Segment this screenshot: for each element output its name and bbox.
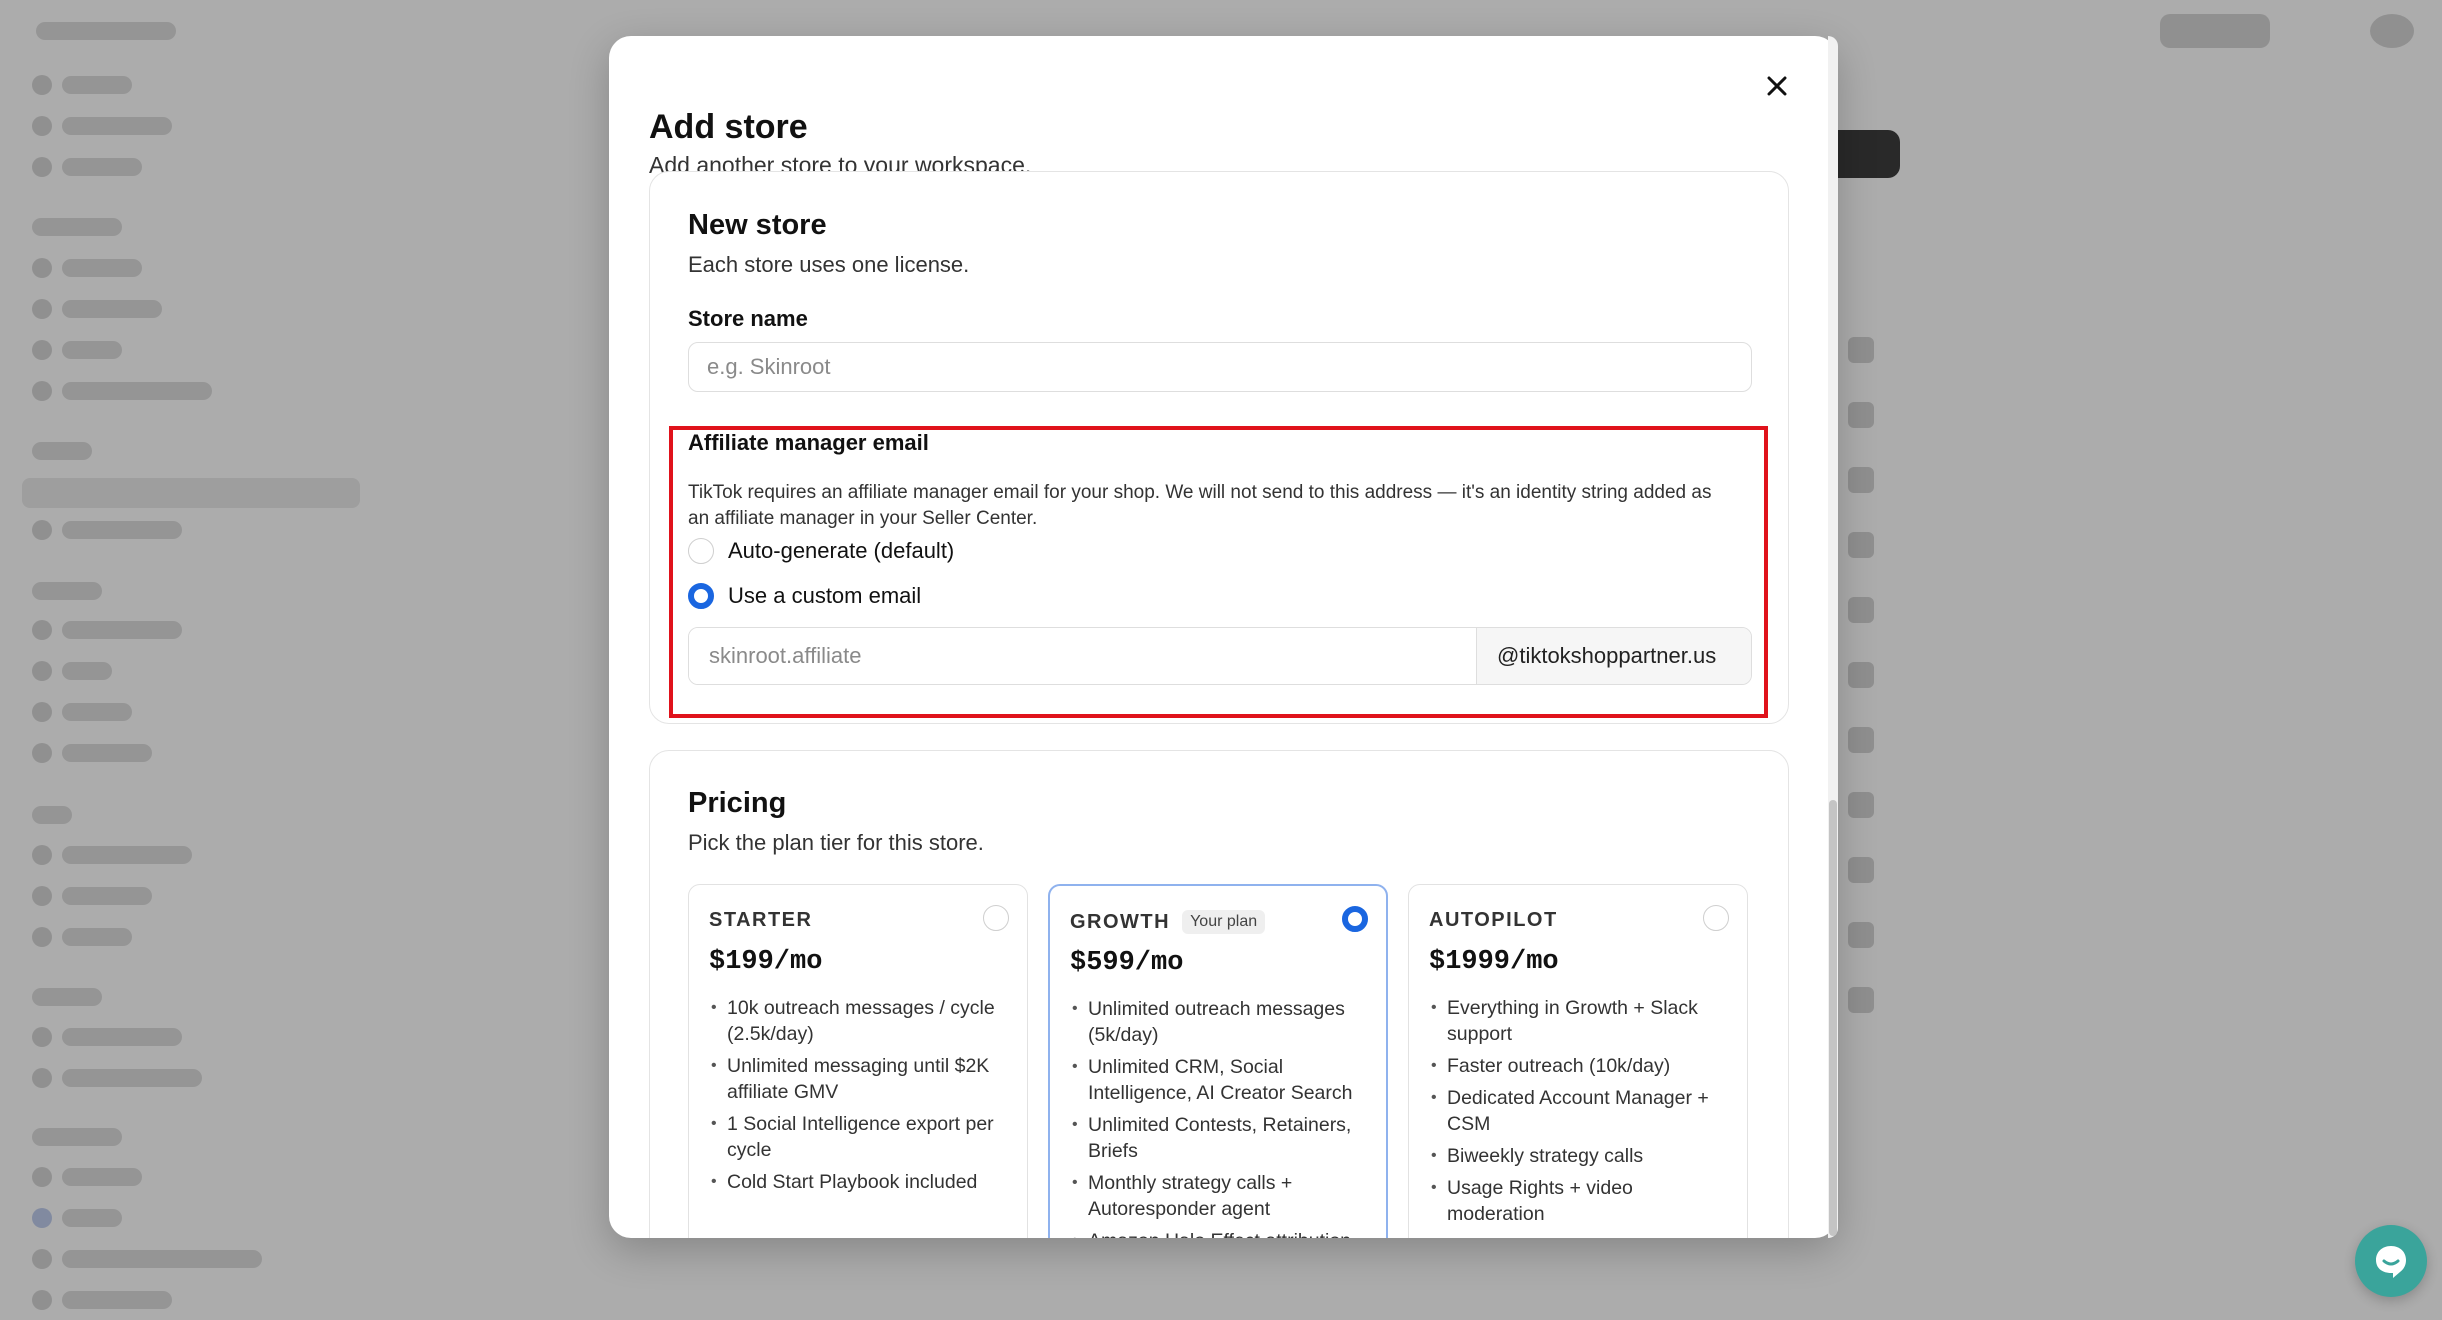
tier-autopilot[interactable]: AUTOPILOT $1999/mo Everything in Growth …: [1408, 884, 1748, 1238]
radio-custom-email[interactable]: Use a custom email: [688, 583, 921, 609]
feature-item: Amazon Halo Effect attribution: [1070, 1228, 1370, 1238]
tier-features: Unlimited outreach messages (5k/day) Unl…: [1070, 996, 1370, 1238]
feature-item: Monthly strategy calls + Autoresponder a…: [1070, 1170, 1370, 1222]
add-store-modal: Add store Add another store to your work…: [609, 36, 1837, 1238]
tier-growth[interactable]: GROWTH Your plan $599/mo Unlimited outre…: [1048, 884, 1388, 1238]
tier-price: $1999/mo: [1429, 947, 1559, 977]
store-name-label: Store name: [688, 306, 808, 331]
tier-starter[interactable]: STARTER $199/mo 10k outreach messages / …: [688, 884, 1028, 1238]
chat-icon: [2376, 1246, 2406, 1278]
new-store-card: New store Each store uses one license. S…: [649, 171, 1789, 724]
radio-button-checked[interactable]: [688, 583, 714, 609]
new-store-title: New store: [688, 209, 827, 241]
tier-name: GROWTH Your plan: [1070, 910, 1266, 934]
feature-item: Unlimited outreach messages (5k/day): [1070, 996, 1370, 1048]
email-domain-suffix: @tiktokshoppartner.us: [1476, 628, 1751, 684]
radio-button[interactable]: [688, 538, 714, 564]
radio-label: Auto-generate (default): [728, 538, 955, 563]
tier-radio[interactable]: [983, 905, 1009, 931]
tier-name-text: STARTER: [709, 909, 813, 931]
feature-item: Unlimited CRM, Social Intelligence, AI C…: [1070, 1054, 1370, 1106]
pricing-card: Pricing Pick the plan tier for this stor…: [649, 750, 1789, 1238]
feature-item: Unlimited messaging until $2K affiliate …: [709, 1053, 1009, 1105]
tier-name: AUTOPILOT: [1429, 909, 1558, 932]
store-name-input[interactable]: [688, 342, 1752, 392]
close-button[interactable]: [1757, 66, 1797, 106]
affiliate-help-text: TikTok requires an affiliate manager ema…: [688, 482, 1712, 529]
modal-scrollbar-thumb[interactable]: [1829, 800, 1837, 1236]
feature-item: Everything in Growth + Slack support: [1429, 995, 1729, 1047]
feature-item: Biweekly strategy calls: [1429, 1143, 1729, 1169]
feature-item: 10k outreach messages / cycle (2.5k/day): [709, 995, 1009, 1047]
feature-item: Usage Rights + video moderation: [1429, 1175, 1729, 1227]
tier-price: $599/mo: [1070, 948, 1184, 978]
modal-title: Add store: [649, 108, 808, 146]
tier-name-text: AUTOPILOT: [1429, 909, 1558, 931]
new-store-subtitle: Each store uses one license.: [688, 252, 970, 277]
feature-item: Faster outreach (10k/day): [1429, 1053, 1729, 1079]
pricing-subtitle: Pick the plan tier for this store.: [688, 830, 984, 855]
radio-label: Use a custom email: [728, 583, 922, 608]
tier-price: $199/mo: [709, 947, 823, 977]
custom-email-field: @tiktokshoppartner.us: [688, 627, 1752, 685]
feature-item: Cold Start Playbook included: [709, 1169, 1009, 1195]
chat-launcher-button[interactable]: [2355, 1225, 2427, 1297]
feature-item: Dedicated Account Manager + CSM: [1429, 1085, 1729, 1137]
tier-radio-checked[interactable]: [1342, 906, 1368, 932]
tier-features: Everything in Growth + Slack support Fas…: [1429, 995, 1729, 1233]
custom-email-input[interactable]: [689, 628, 1476, 684]
feature-item: Unlimited Contests, Retainers, Briefs: [1070, 1112, 1370, 1164]
close-icon: [1767, 76, 1787, 96]
radio-auto-generate[interactable]: Auto-generate (default): [688, 538, 954, 564]
tier-name: STARTER: [709, 909, 812, 932]
tier-features: 10k outreach messages / cycle (2.5k/day)…: [709, 995, 1009, 1201]
affiliate-email-label: Affiliate manager email: [688, 430, 929, 455]
your-plan-badge: Your plan: [1182, 910, 1266, 934]
tier-name-text: GROWTH: [1070, 910, 1171, 933]
tier-radio[interactable]: [1703, 905, 1729, 931]
pricing-title: Pricing: [688, 787, 787, 819]
feature-item: 1 Social Intelligence export per cycle: [709, 1111, 1009, 1163]
